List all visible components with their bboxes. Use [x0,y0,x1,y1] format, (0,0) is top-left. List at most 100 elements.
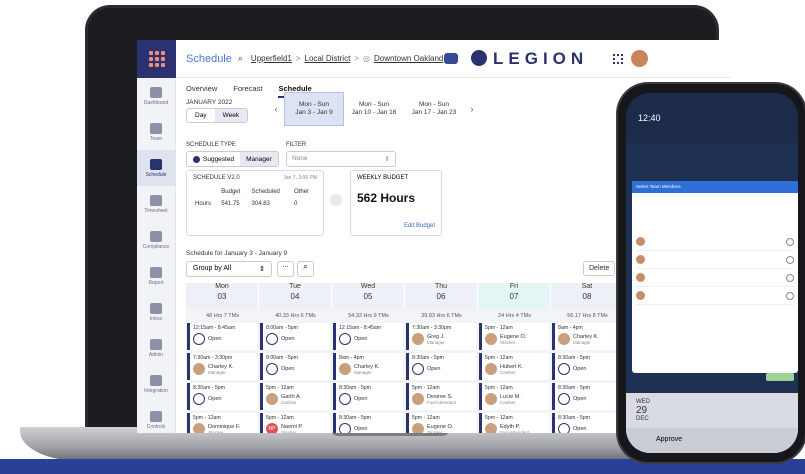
shift-card[interactable]: 7:30am - 3:30pm Charley K. Manager [187,353,257,380]
week-selector: ‹ Mon - Sun Jan 3 - Jan 9 Mon - Sun Jan 10… [268,92,480,126]
filter-select[interactable]: None ⇕ [286,151,396,167]
shift-assignee: Charley K. Manager [193,363,254,375]
shift-assignee: Open [193,333,254,345]
shift-card[interactable]: 8:30am - 5pm Open [333,383,403,410]
shift-card[interactable]: 12:15am - 8:45am Open [333,323,403,350]
day-header[interactable]: Wed 05 [332,283,405,309]
shift-card[interactable]: 8am - 4pm Charley K. Manager [333,353,403,380]
tab-forecast[interactable]: Forecast [233,84,262,98]
week-button[interactable]: Week [214,109,248,122]
sidebar-item-compliance[interactable]: Compliance [137,222,175,258]
chevron-right-icon[interactable]: › [464,104,480,114]
sidebar-item-schedule[interactable]: Schedule [137,150,175,186]
shift-card[interactable]: 5pm - 12am Dominique F. Stocker [187,413,257,433]
shift-card[interactable]: 12:15am - 8:45am Open [187,323,257,350]
open-shift-icon [193,333,205,345]
shift-card[interactable]: 5pm - 12am NP Naomi P. Stocker [260,413,330,433]
avatar [485,333,497,345]
group-by-select[interactable]: Group by All ⇕ [186,261,272,277]
shift-card[interactable]: 5pm - 12am Garth A. Cashier [260,383,330,410]
shift-card[interactable]: 8:30am - 5pm Open [187,383,257,410]
sidebar-item-inbox[interactable]: Inbox [137,294,175,330]
edit-budget-link[interactable]: Edit Budget [404,223,435,229]
shift-card[interactable]: 8am - 4pm Charley K. Manager [552,323,622,350]
sidebar-item-controls[interactable]: Controls [137,402,175,433]
day-header[interactable]: Tue 04 [259,283,332,309]
apps-grid-icon[interactable] [613,54,623,64]
breadcrumb-district[interactable]: Local District [305,54,351,63]
radio-button[interactable] [786,273,794,282]
sidebar-item-timesheet[interactable]: Timesheet [137,186,175,222]
shift-card[interactable]: 5pm - 12am Lucie M. Cashier [479,383,549,410]
day-header[interactable]: Sat 08 [551,283,624,309]
admin-icon [150,338,162,350]
suggested-button[interactable]: Suggested [187,152,240,166]
day-number: 05 [363,292,373,301]
breadcrumb-enterprise[interactable]: Upperfield1 [251,54,292,63]
approve-button[interactable]: Approve [626,428,798,453]
tab-overview[interactable]: Overview [186,84,217,98]
day-summary: 48 Hrs 7 TMs [206,313,239,319]
manager-button[interactable]: Manager [240,152,278,166]
list-item[interactable] [636,269,794,287]
shift-assignee: NP Naomi P. Stocker [266,423,327,433]
shift-card[interactable]: 5pm - 12am Eugene O. Stocker [479,323,549,350]
app-logo[interactable] [137,40,176,78]
shift-card[interactable]: 8:30am - 5pm Open [333,413,403,433]
radio-button[interactable] [786,255,794,264]
shift-time: 12:15am - 8:45am [339,325,382,331]
list-item[interactable] [636,251,794,269]
shift-assignee: Open [339,423,400,433]
chevron-left-icon[interactable]: ‹ [268,104,284,114]
user-avatar[interactable] [631,50,648,67]
list-item[interactable] [636,233,794,251]
sidebar-item-label: Inbox [149,315,163,322]
list-item[interactable] [636,287,794,305]
shift-card[interactable]: 5pm - 12am Hubert K. Cashier [479,353,549,380]
shift-time: 5pm - 12am [485,325,513,331]
card-date: Jan 7, 3:06 PM [283,175,317,181]
shift-card[interactable]: 8:30am - 5pm Open [552,413,622,433]
shift-card[interactable]: 8:30am - 5pm Open [552,383,622,410]
cell-scheduled: 304.83 [251,201,270,207]
shift-card[interactable]: 8:00am - 5pm Open [260,323,330,350]
breadcrumb-location[interactable]: Downtown Oakland [374,54,443,63]
day-summary: 24 Hrs 4 TMs [498,313,531,319]
day-header[interactable]: Fri 07 [478,283,551,309]
assignee-role: Cashier [500,399,516,405]
assignee-role: Cashier [281,399,297,405]
week-option[interactable]: Mon - Sun Jan 17 - Jan 23 [404,92,464,126]
sidebar-item-label: Compliance [142,243,170,250]
chevron-left-icon[interactable] [330,194,342,206]
day-button[interactable]: Day [187,109,215,122]
shift-card[interactable]: 5pm - 12am Eugene O. Stocker [406,413,476,433]
delete-button[interactable]: Delete [583,261,616,276]
day-header[interactable]: Mon 03 [186,283,259,309]
week-option[interactable]: Mon - Sun Jan 3 - Jan 9 [284,92,344,126]
card-title: SCHEDULE V2.0 [193,175,240,181]
shift-card[interactable]: 8:00am - 5pm Open [260,353,330,380]
shift-card[interactable]: 5pm - 12am Desiree S. Fuel Attendant [406,383,476,410]
radio-button[interactable] [786,237,794,246]
radio-button[interactable] [786,291,794,300]
day-header[interactable]: Thu 06 [405,283,478,309]
assign-button[interactable] [766,373,794,381]
shift-card[interactable]: 5pm - 12am Edyth P. Fuel Attendant [479,413,549,433]
search-icon[interactable]: ⌕ [238,53,243,64]
week-option[interactable]: Mon - Sun Jan 10 - Jan 16 [344,92,404,126]
sidebar-item-admin[interactable]: Admin [137,330,175,366]
shift-card[interactable]: 8:30am - 5pm Open [406,353,476,380]
assignee-name: Greg J. [427,333,446,340]
chat-icon[interactable] [444,53,458,64]
week-dates: Jan 10 - Jan 16 [351,109,397,116]
sidebar-item-report[interactable]: Report [137,258,175,294]
sidebar-item-team[interactable]: Team [137,114,175,150]
more-button[interactable]: ... [277,261,294,277]
shift-card[interactable]: 8:30am - 5pm Open [552,353,622,380]
day-week-toggle: Day Week [186,108,249,123]
sidebar-item-integration[interactable]: Integration [137,366,175,402]
shift-card[interactable]: 7:30am - 3:30pm Greg J. Manager [406,323,476,350]
assignee-name: Hubert K. [500,363,524,370]
search-button[interactable]: ⌕ [297,261,314,277]
sidebar-item-dashboard[interactable]: Dashboard [137,78,175,114]
